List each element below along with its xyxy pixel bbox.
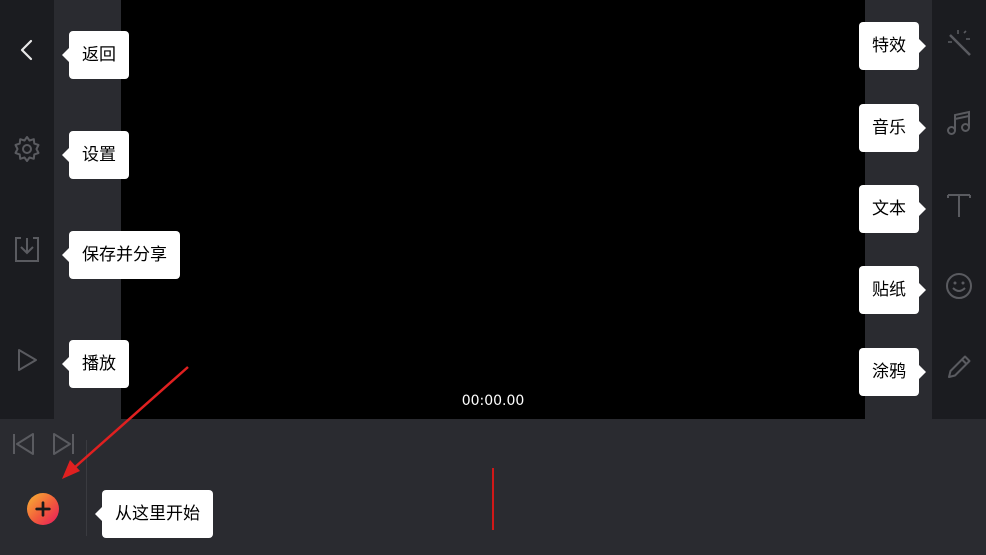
- add-media-button[interactable]: [27, 493, 59, 525]
- timeline-divider: [86, 440, 87, 536]
- plus-icon: [35, 501, 51, 517]
- play-tooltip: 播放: [62, 340, 129, 388]
- save-share-button[interactable]: [12, 234, 42, 264]
- chevron-left-icon: [20, 39, 33, 61]
- sticker-button[interactable]: [944, 271, 974, 301]
- back-button[interactable]: [12, 35, 42, 65]
- video-preview[interactable]: 00:00.00: [121, 0, 865, 419]
- text-t-icon: [947, 194, 971, 217]
- skip-start-icon: [13, 433, 34, 455]
- doodle-button[interactable]: [944, 352, 974, 382]
- playhead[interactable]: [492, 468, 494, 530]
- effects-button[interactable]: [944, 27, 974, 57]
- skip-to-end-button[interactable]: [48, 429, 78, 459]
- play-icon: [18, 349, 37, 371]
- magic-wand-icon: [948, 30, 971, 56]
- settings-tooltip: 设置: [62, 131, 129, 179]
- start-here-tooltip: 从这里开始: [95, 490, 213, 538]
- play-button[interactable]: [12, 345, 42, 375]
- text-tooltip: 文本: [859, 185, 926, 233]
- save-share-tooltip: 保存并分享: [62, 231, 180, 279]
- skip-end-icon: [53, 433, 74, 455]
- timecode: 00:00.00: [461, 393, 525, 409]
- music-button[interactable]: [944, 108, 974, 138]
- text-button[interactable]: [944, 190, 974, 220]
- music-tooltip: 音乐: [859, 104, 926, 152]
- back-tooltip: 返回: [62, 31, 129, 79]
- pencil-icon: [948, 355, 971, 378]
- sticker-tooltip: 贴纸: [859, 266, 926, 314]
- download-icon: [15, 237, 39, 262]
- gear-icon: [14, 136, 40, 162]
- effects-tooltip: 特效: [859, 22, 926, 70]
- skip-to-start-button[interactable]: [9, 429, 39, 459]
- settings-button[interactable]: [12, 134, 42, 164]
- doodle-tooltip: 涂鸦: [859, 348, 926, 396]
- music-note-icon: [947, 110, 970, 135]
- smiley-icon: [946, 273, 972, 299]
